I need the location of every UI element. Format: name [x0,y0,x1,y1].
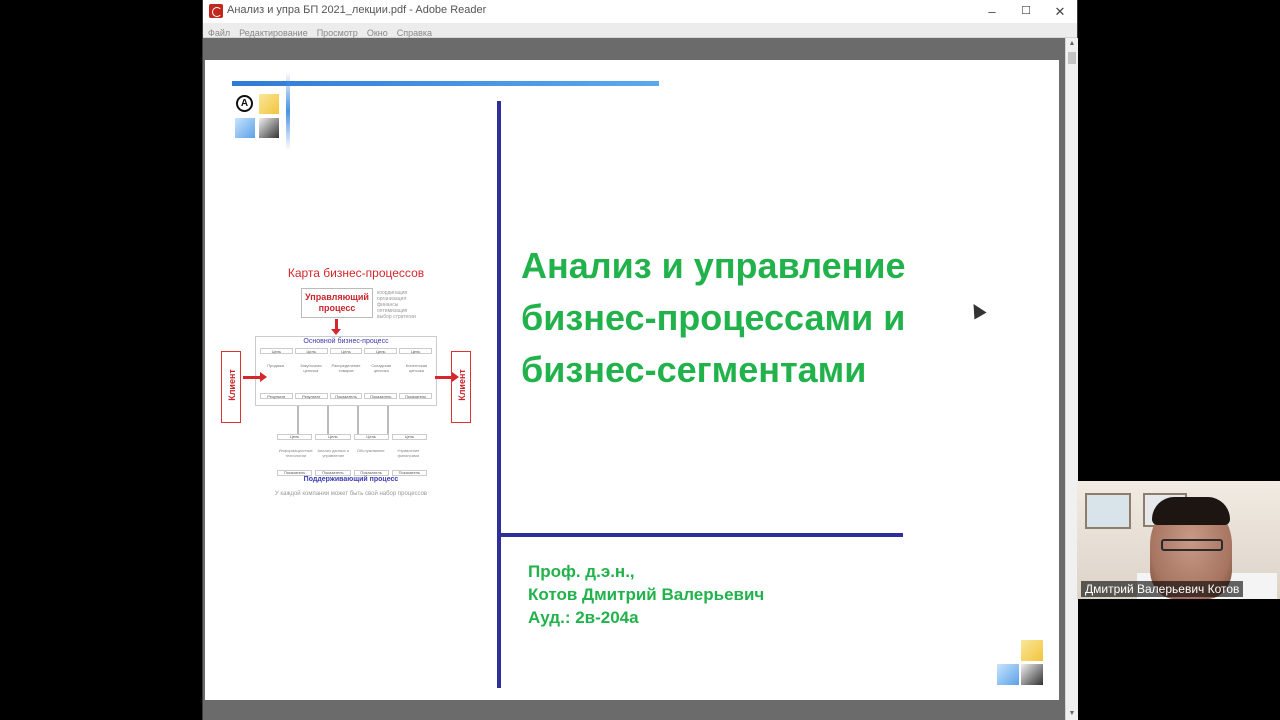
map-footnote: У каждой компании может быть свой набор … [274,491,428,497]
corner-logo [997,640,1045,686]
document-viewer[interactable]: А Карта бизнес-процессов Управляющий про… [203,38,1065,720]
supporting-process-label: Поддерживающий процесс [303,476,399,483]
glasses-icon [1161,539,1223,551]
client-left-box: Клиент [221,351,241,423]
navy-vertical-rule [497,101,501,688]
logo-mark-icon: А [236,95,253,112]
university-logo: А [235,94,279,138]
reader-window: Анализ и упра БП 2021_лекции.pdf - Adobe… [203,0,1078,720]
business-process-map: Карта бизнес-процессов Управляющий проце… [221,266,481,506]
webcam-name-label: Дмитрий Валерьевич Котов [1081,581,1244,597]
vertical-scrollbar[interactable]: ▲ ▼ [1065,38,1078,720]
wall-frame [1085,493,1131,529]
right-arrow-icon [243,372,267,382]
support-arrows [293,406,413,436]
client-right-box: Клиент [451,351,471,423]
blue-vertical-glow [286,72,290,150]
webcam-overlay: Дмитрий Валерьевич Котов [1077,481,1280,599]
window-title: Анализ и упра БП 2021_лекции.pdf - Adobe… [227,4,487,16]
pdf-page: А Карта бизнес-процессов Управляющий про… [205,60,1059,700]
up-arrow-icon [297,406,299,434]
slide-title: Анализ и управление бизнес-процессами и … [521,245,906,390]
up-arrow-icon [387,406,389,434]
up-arrow-icon [357,406,359,434]
scroll-down-arrow-icon[interactable]: ▼ [1066,708,1078,720]
goal-row: Цель Цель Цель Цель Цель [260,348,432,354]
core-process-box: Основной бизнес-процесс Цель Цель Цель Цель… [255,336,437,406]
up-arrow-icon [327,406,329,434]
scroll-up-arrow-icon[interactable]: ▲ [1066,38,1078,50]
adobe-reader-icon [209,4,223,18]
managing-notes: координация организация финансы оптимиза… [377,290,416,320]
scroll-thumb[interactable] [1068,52,1076,64]
author-info: Проф. д.э.н., Котов Дмитрий Валерьевич А… [528,562,765,627]
title-bar: Анализ и упра БП 2021_лекции.pdf - Adobe… [203,0,1077,23]
core-process-label: Основной бизнес-процесс [303,338,389,345]
managing-process-box: Управляющий процесс [301,288,373,318]
blue-top-line [232,81,659,86]
close-button[interactable]: ✕ [1043,0,1077,23]
navy-horizontal-rule [501,533,903,537]
supporting-process-block: Цель Цель Цель Цель Информационные технолог… [277,434,427,478]
maximize-button[interactable]: ☐ [1009,0,1043,23]
menu-bar: ФайлРедактированиеПросмотрОкноСправка ✕ [203,23,1077,58]
down-arrow-icon [331,319,341,335]
map-title: Карта бизнес-процессов [287,266,425,280]
minimize-button[interactable]: – [975,0,1009,23]
stage-row: Продажа Закупочная цепочка Распределение т… [267,363,428,373]
result-row: Результат Результат Показатель Показатель По… [260,393,432,399]
